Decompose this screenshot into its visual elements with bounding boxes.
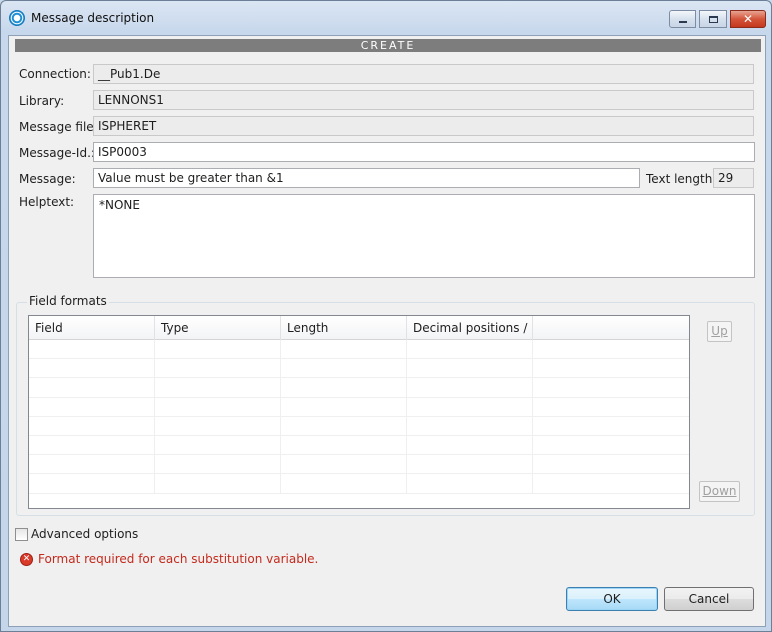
connection-label: Connection:	[19, 67, 91, 81]
column-header-decimal-positions[interactable]: Decimal positions / ...	[407, 316, 533, 340]
message-file-label: Message file:	[19, 120, 98, 134]
dialog-content: CREATE Connection: __Pub1.De Library: LE…	[8, 35, 766, 627]
down-button[interactable]: Down	[699, 481, 740, 502]
table-cell	[281, 416, 407, 435]
up-button[interactable]: Up	[707, 321, 732, 342]
table-cell	[407, 340, 533, 359]
column-header-filler	[533, 316, 687, 340]
table-cell	[407, 378, 533, 397]
table-cell	[533, 378, 687, 396]
close-icon: ✕	[742, 12, 754, 26]
ok-button[interactable]: OK	[566, 587, 658, 611]
table-cell	[281, 378, 407, 397]
table-cell	[407, 397, 533, 416]
cancel-button[interactable]: Cancel	[664, 587, 754, 611]
message-id-input[interactable]: ISP0003	[93, 142, 755, 162]
table-row[interactable]	[29, 397, 689, 417]
table-cell	[29, 359, 155, 378]
error-message: Format required for each substitution va…	[38, 552, 319, 566]
table-cell	[155, 474, 281, 493]
table-cell	[533, 455, 687, 473]
library-field: LENNONS1	[93, 90, 754, 110]
table-row[interactable]	[29, 416, 689, 436]
maximize-icon	[708, 15, 718, 23]
library-label: Library:	[19, 94, 65, 108]
table-cell	[29, 378, 155, 397]
message-label: Message:	[19, 172, 76, 186]
table-cell	[533, 359, 687, 377]
table-cell	[407, 435, 533, 455]
table-cell	[533, 398, 687, 416]
table-cell	[407, 474, 533, 493]
column-header-type[interactable]: Type	[155, 316, 281, 340]
table-cell	[281, 359, 407, 378]
table-cell	[407, 455, 533, 474]
table-cell	[533, 474, 687, 492]
table-cell	[155, 397, 281, 416]
table-cell	[281, 397, 407, 416]
table-cell	[281, 340, 407, 359]
table-body	[29, 340, 689, 494]
message-file-field: ISPHERET	[93, 116, 754, 136]
table-cell	[155, 416, 281, 435]
table-cell	[29, 340, 155, 359]
close-button[interactable]: ✕	[730, 10, 766, 28]
text-length-value: 29	[713, 168, 754, 188]
table-cell	[407, 416, 533, 435]
table-cell	[29, 435, 155, 455]
table-cell	[533, 417, 687, 435]
table-cell	[533, 436, 687, 454]
connection-field: __Pub1.De	[93, 64, 754, 84]
message-id-label: Message-Id.:	[19, 146, 95, 160]
table-cell	[29, 416, 155, 435]
table-header: Field Type Length Decimal positions / ..…	[29, 316, 689, 340]
advanced-options-label[interactable]: Advanced options	[31, 527, 138, 541]
table-cell	[29, 474, 155, 493]
minimize-icon	[678, 21, 687, 23]
column-header-length[interactable]: Length	[281, 316, 407, 340]
window-title: Message description	[31, 11, 155, 25]
table-row[interactable]	[29, 474, 689, 494]
message-input[interactable]: Value must be greater than &1	[93, 168, 640, 188]
table-cell	[155, 455, 281, 474]
table-cell	[29, 455, 155, 474]
table-cell	[155, 340, 281, 359]
table-cell	[407, 359, 533, 378]
mode-banner: CREATE	[15, 39, 761, 52]
table-cell	[29, 397, 155, 416]
table-cell	[533, 340, 687, 358]
dialog-window: Message description ✕ CREATE Connection:…	[0, 0, 772, 632]
column-header-field[interactable]: Field	[29, 316, 155, 340]
table-row[interactable]	[29, 435, 689, 456]
table-cell	[281, 474, 407, 493]
table-cell	[281, 435, 407, 455]
minimize-button[interactable]	[669, 10, 696, 28]
text-length-label: Text length:	[646, 172, 717, 186]
title-bar[interactable]: Message description ✕	[1, 1, 771, 35]
table-row[interactable]	[29, 455, 689, 475]
table-cell	[155, 435, 281, 455]
table-row[interactable]	[29, 378, 689, 398]
app-icon	[9, 10, 25, 26]
field-formats-title: Field formats	[27, 294, 109, 308]
helptext-label: Helptext:	[19, 195, 75, 209]
field-formats-table[interactable]: Field Type Length Decimal positions / ..…	[28, 315, 690, 509]
table-row[interactable]	[29, 340, 689, 360]
table-row[interactable]	[29, 359, 689, 379]
advanced-options-checkbox[interactable]	[15, 528, 28, 541]
table-cell	[155, 359, 281, 378]
table-cell	[281, 455, 407, 474]
helptext-textarea[interactable]: *NONE	[93, 194, 755, 278]
maximize-button[interactable]	[699, 10, 727, 28]
error-icon: ✕	[20, 553, 33, 566]
table-cell	[155, 378, 281, 397]
